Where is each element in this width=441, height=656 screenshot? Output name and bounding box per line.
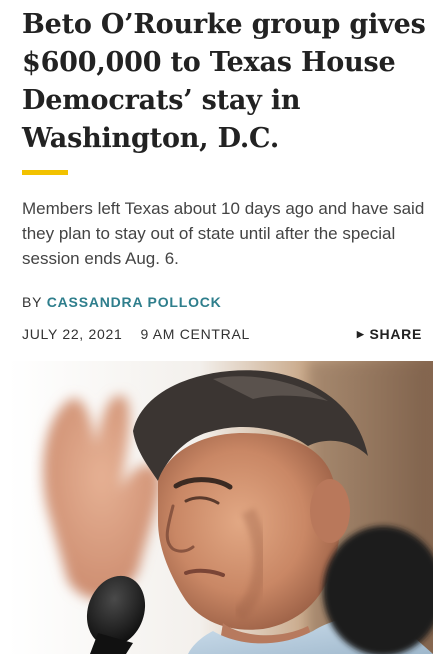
article-photo (8, 361, 433, 654)
photo-illustration (8, 361, 433, 654)
article-headline: Beto O’Rourke group gives $600,000 to Te… (22, 9, 426, 154)
author-link[interactable]: CASSANDRA POLLOCK (47, 294, 222, 310)
byline-prefix: BY (22, 294, 43, 310)
publish-time: 9 AM CENTRAL (140, 326, 250, 342)
share-button[interactable]: ▶ SHARE (357, 326, 422, 342)
dateline: JULY 22, 2021 9 AM CENTRAL (22, 326, 250, 342)
byline: BY CASSANDRA POLLOCK (22, 294, 222, 310)
headline-accent-bar (22, 170, 68, 175)
share-label: SHARE (369, 326, 422, 342)
triangle-right-icon: ▶ (356, 329, 365, 339)
article-page: Beto O’Rourke group gives $600,000 to Te… (0, 0, 441, 656)
article-dek: Members left Texas about 10 days ago and… (22, 199, 425, 268)
publish-date: JULY 22, 2021 (22, 326, 123, 342)
